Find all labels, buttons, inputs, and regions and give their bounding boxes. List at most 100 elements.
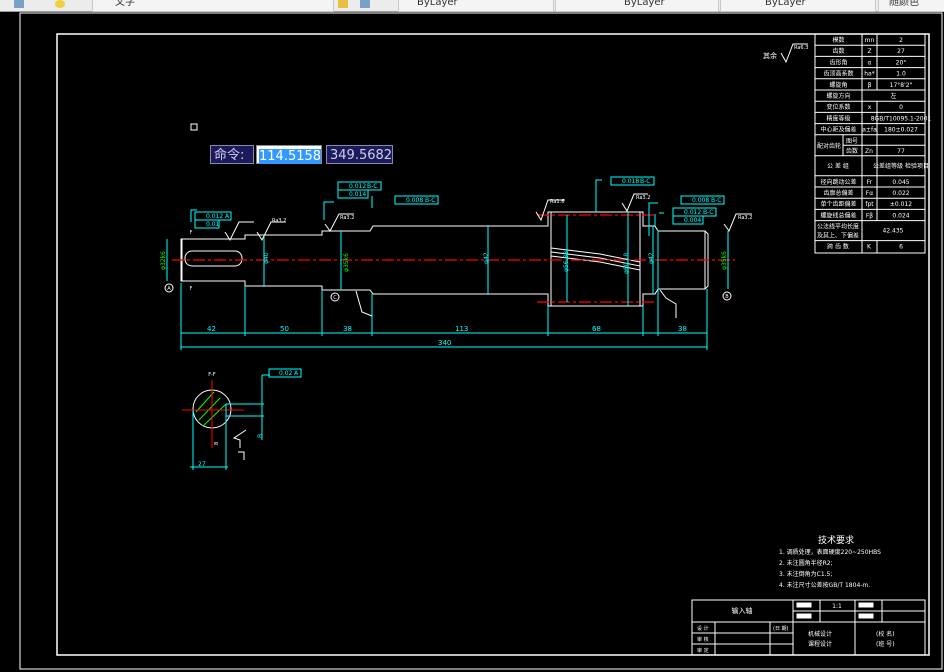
table-param-name: 螺旋方向 (826, 92, 850, 100)
dia-8: φ35k6 (721, 251, 728, 270)
dim-42: 42 (207, 325, 216, 333)
course-line1: 机械设计 (808, 630, 832, 638)
roughness-value: Ra6.3 (794, 45, 808, 51)
table-param-name: 齿顶高系数 (823, 70, 853, 78)
section-label: F-F (208, 372, 216, 378)
tolerance-name: 齿廓总偏差 (823, 189, 853, 197)
table-param-symbol: ha* (864, 71, 874, 78)
gtol-shaft-ref: B-C (425, 197, 435, 204)
roughness-value: Ra3.2 (636, 195, 650, 201)
designer-label: 设 计 (697, 625, 709, 632)
tech-req-title: 技术要求 (818, 534, 854, 546)
command-label: 命令: (210, 145, 254, 164)
table-param-value: 20° (896, 59, 907, 66)
section-width-dim: 8 (214, 442, 220, 445)
school-label: (校 名) (876, 630, 895, 638)
table-param-name: 齿形角 (829, 58, 847, 66)
tolerance-name: 单个齿距偏差 (820, 200, 856, 208)
dimension-lines (166, 179, 729, 350)
tech-req-item: 3. 未注倒角为C1.5; (779, 570, 832, 578)
section-cut-bottom: F (190, 286, 193, 292)
span-teeth-label: 跨 齿 数 (827, 243, 849, 251)
dim-50: 50 (280, 325, 289, 333)
roughness-value: Ra3.2 (272, 218, 286, 224)
tolerance-value: 0.024 (892, 212, 909, 219)
datum-b: B (725, 294, 729, 300)
gtol-mid-runout: 0.012 (349, 183, 366, 190)
mate-gear-label: 配对齿轮 (817, 142, 841, 150)
table-param-value: 左 (890, 92, 896, 100)
x-coordinate-value: 114.5158 (259, 149, 322, 164)
dia-2: φ40 (263, 252, 270, 264)
y-coordinate-input[interactable]: 349.5682 (326, 145, 393, 164)
roughness-value: Ra3.2 (340, 215, 354, 221)
class-label: (班 号) (876, 640, 895, 648)
tolerance-group-value: 公差组等级 检验项目 (873, 162, 929, 170)
gtol-right1-runout: 0.008 (692, 197, 709, 204)
table-param-symbol: Z (867, 48, 871, 55)
gtol-right2-runout: 0.012 (684, 209, 701, 216)
dia-4: φ42 (483, 252, 490, 264)
datum-c: C (333, 295, 337, 301)
section-cut-top: F (190, 230, 193, 236)
datum-a: A (167, 286, 171, 292)
gtol-left-runout: 0.012 (206, 213, 223, 220)
dim-113: 113 (455, 325, 468, 333)
gtol-gear-runout: 0.018 (622, 178, 639, 185)
course-line2: 课程设计 (808, 640, 832, 648)
mate-drawing-no-label: 图号 (846, 138, 858, 145)
tolerance-value: ±0.012 (890, 201, 912, 208)
table-param-symbol: α (868, 59, 872, 66)
gtol-right2-cyl: 0.004 (684, 217, 701, 224)
table-param-value: 1.0 (896, 71, 906, 78)
tech-req-item: 2. 未注圆角半径R2; (779, 559, 833, 567)
gtol-gear-ref: B-C (640, 178, 650, 185)
table-param-value: 2 (899, 37, 903, 44)
table-param-value: 0 (899, 104, 903, 111)
tolerance-name: 螺旋线总偏差 (820, 211, 856, 219)
table-param-name: 精度等级 (826, 114, 850, 122)
dim-38b: 38 (678, 325, 687, 333)
keyway (184, 250, 243, 267)
gtol-right1-ref: B-C (711, 197, 721, 204)
table-param-value: 27 (897, 48, 905, 55)
table-param-value: 17°8'2" (890, 82, 913, 89)
section-key-dim: B (257, 434, 264, 438)
roughness-other-label: 其余 (763, 51, 777, 60)
gtol-shaft-runout: 0.008 (406, 197, 423, 204)
mate-teeth-symbol: Zn (865, 148, 873, 155)
tolerance-group-label: 公 差 组 (827, 162, 849, 170)
table-param-name: 模数 (832, 36, 844, 44)
tolerance-value: 0.045 (892, 179, 909, 186)
table-param-value: 8GB/T10095.1-2001 (871, 115, 932, 122)
dia-6: φ60.18 (623, 253, 630, 274)
span-teeth-value: 6 (899, 244, 903, 251)
tolerance-name: 径向跳动公差 (820, 178, 856, 186)
table-param-name: 齿数 (832, 47, 844, 55)
checker-label: 审 核 (697, 636, 709, 643)
cursor-pickbox (190, 123, 198, 131)
gtol-left-ref: A (225, 213, 230, 220)
roughness-value: Ra1.6 (550, 199, 564, 205)
gtol-section-sym: 0.02 (279, 370, 293, 377)
x-coordinate-input[interactable]: 114.5158 (256, 145, 322, 164)
roughness-value: Ra3.2 (738, 215, 752, 221)
tech-req-item: 1. 调质处理，表面硬度220~250HBS (779, 548, 881, 556)
table-param-symbol: mn (865, 37, 875, 44)
table-param-symbol: a±fa (862, 127, 877, 134)
gtol-left-cyl: 0.01 (206, 221, 220, 228)
dia-3: φ35k6 (343, 253, 350, 272)
dia-1: φ32k6 (160, 251, 167, 270)
gtol-section-ref: A (294, 370, 299, 377)
span-teeth-symbol: K (867, 244, 872, 251)
roughness-symbols (224, 43, 808, 318)
approver-label: 审 定 (697, 647, 709, 654)
gtol-mid-cyl: 0.014 (349, 191, 366, 198)
datum-markers (164, 283, 732, 302)
drawing-canvas[interactable]: 42 50 38 113 6 8 38 340 φ32k6 φ40 φ35k6 φ… (0, 0, 944, 672)
table-param-name: 中心距及偏差 (820, 126, 856, 134)
dim-total: 340 (438, 339, 451, 347)
dim-38: 38 (343, 325, 352, 333)
mate-teeth-value: 77 (897, 148, 905, 155)
gtol-mid-ref: B-C (367, 183, 377, 190)
